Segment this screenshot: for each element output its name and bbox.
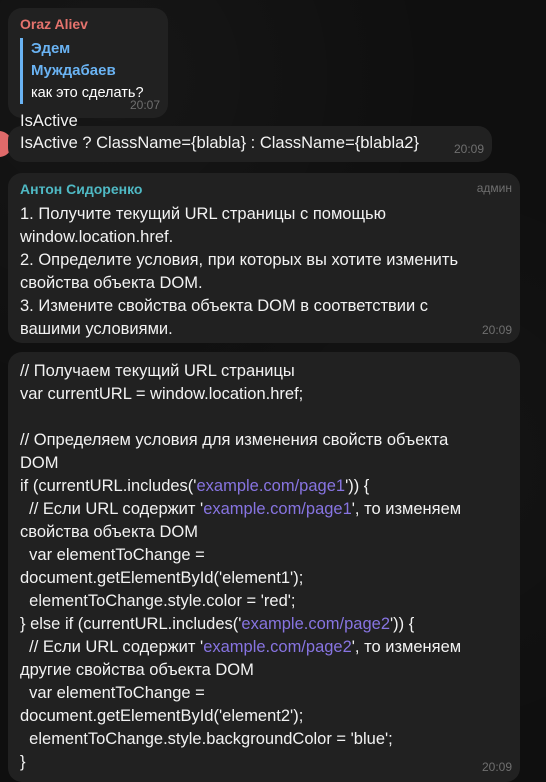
sender-name[interactable]: Антон Сидоренко [20,181,508,197]
message-time: 20:09 [481,760,512,774]
code-text: // Если URL содержит ' [20,500,204,518]
reply-sender-name: Эдем Муждабаев [31,40,116,79]
code-line: другие свойства объекта DOM [20,661,254,679]
link[interactable]: example.com/page1 [196,477,345,495]
code-line: elementToChange.style.color = 'red'; [20,592,296,610]
code-line: // Если URL содержит 'example.com/page1'… [20,498,508,521]
code-line: if (currentURL.includes('example.com/pag… [20,475,508,498]
code-line: document.getElementById('element2'); [20,707,304,725]
link[interactable]: example.com/page2 [203,638,352,656]
code-text: ', то изменяем [351,500,462,518]
code-text: ', то изменяем [351,638,462,656]
sender-name[interactable]: Oraz Aliev [20,16,156,32]
code-line: var currentURL = window.location.href; [20,385,304,403]
message-text: 1. Получите текущий URL страницы с помощ… [20,205,459,338]
link[interactable]: example.com/page2 [241,615,390,633]
message-time: 20:09 [481,323,512,337]
admin-badge: админ [476,181,512,195]
code-line: elementToChange.style.backgroundColor = … [20,730,393,748]
code-line: // Получаем текущий URL страницы [20,362,295,380]
code-line: свойства объекта DOM [20,523,198,541]
code-line: document.getElementById('element1'); [20,569,304,587]
code-text: } else if (currentURL.includes(' [20,615,242,633]
code-line: var elementToChange = [20,684,205,702]
reply-quote[interactable]: Эдем Муждабаев как это сделать? [20,38,156,104]
code-text: ')) { [345,477,370,495]
message-text: IsActive ? ClassName={blabla} : ClassNam… [20,134,419,152]
message-bubble[interactable]: Oraz Aliev Эдем Муждабаев как это сделат… [8,8,168,130]
message-bubble[interactable]: // Получаем текущий URL страницы var cur… [8,352,520,782]
code-line: } [20,753,26,771]
code-line: // Если URL содержит 'example.com/page2'… [20,636,508,659]
code-line: var elementToChange = [20,546,205,564]
code-line: DOM [20,454,59,472]
code-text: ')) { [390,615,415,633]
code-line: } else if (currentURL.includes('example.… [20,613,508,636]
code-text: // Если URL содержит ' [20,638,204,656]
code-text: if (currentURL.includes(' [20,477,197,495]
message-time: 20:09 [453,142,484,156]
message-bubble[interactable]: IsActive ? ClassName={blabla} : ClassNam… [8,126,492,162]
message-bubble[interactable]: Антон Сидоренко админ 1. Получите текущи… [8,173,520,343]
link[interactable]: example.com/page1 [203,500,352,518]
message-time: 20:07 [129,98,160,112]
code-line: // Определяем условия для изменения свой… [20,431,449,449]
